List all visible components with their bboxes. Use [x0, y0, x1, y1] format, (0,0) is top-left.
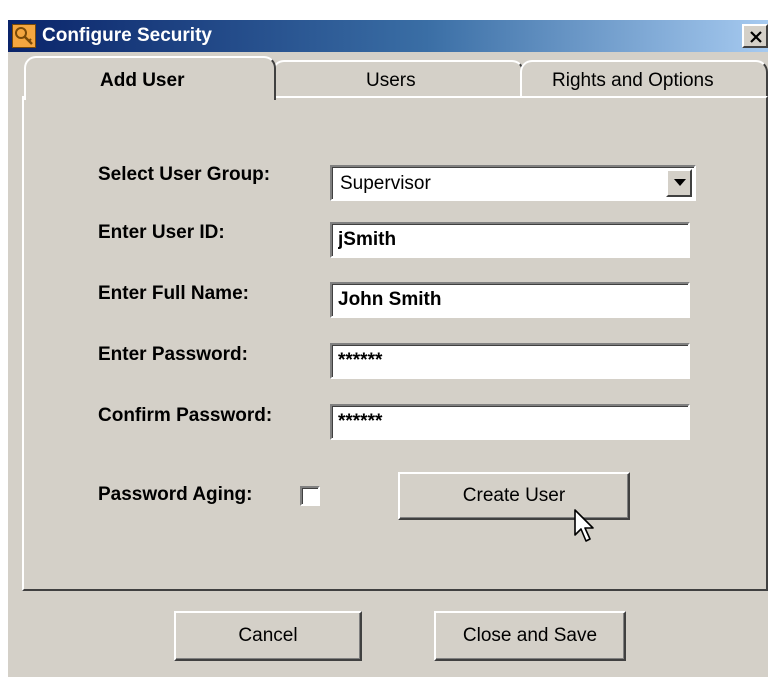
password-aging-label: Password Aging:	[98, 484, 253, 505]
user-group-select[interactable]: Supervisor	[330, 165, 696, 201]
title-bar[interactable]: Configure Security	[8, 20, 768, 52]
close-icon	[750, 31, 762, 43]
dropdown-button[interactable]	[666, 169, 692, 197]
chevron-down-icon	[674, 179, 686, 186]
close-and-save-button[interactable]: Close and Save	[434, 611, 626, 661]
lock-key-icon	[12, 24, 36, 48]
password-input[interactable]	[330, 343, 690, 379]
user-group-label: Select User Group:	[98, 164, 271, 185]
tab-label: Add User	[100, 70, 185, 91]
mouse-pointer-icon	[574, 509, 594, 542]
cancel-button[interactable]: Cancel	[174, 611, 362, 661]
tab-add-user[interactable]: Add User	[24, 56, 276, 100]
close-window-button[interactable]	[742, 24, 768, 48]
tab-rights-and-options[interactable]: Rights and Options	[520, 60, 768, 98]
user-id-input[interactable]	[330, 222, 690, 258]
full-name-input[interactable]	[330, 282, 690, 318]
user-id-label: Enter User ID:	[98, 222, 225, 243]
user-group-value: Supervisor	[340, 173, 431, 194]
tab-users[interactable]: Users	[272, 60, 524, 98]
window-title: Configure Security	[42, 25, 212, 46]
tab-label: Users	[366, 70, 416, 91]
password-aging-checkbox[interactable]	[300, 486, 320, 506]
configure-security-dialog: Configure Security Add User Users Rights…	[8, 20, 768, 677]
tab-label: Rights and Options	[552, 70, 714, 91]
confirm-password-input[interactable]	[330, 404, 690, 440]
full-name-label: Enter Full Name:	[98, 283, 249, 304]
confirm-password-label: Confirm Password:	[98, 405, 273, 426]
password-label: Enter Password:	[98, 344, 248, 365]
